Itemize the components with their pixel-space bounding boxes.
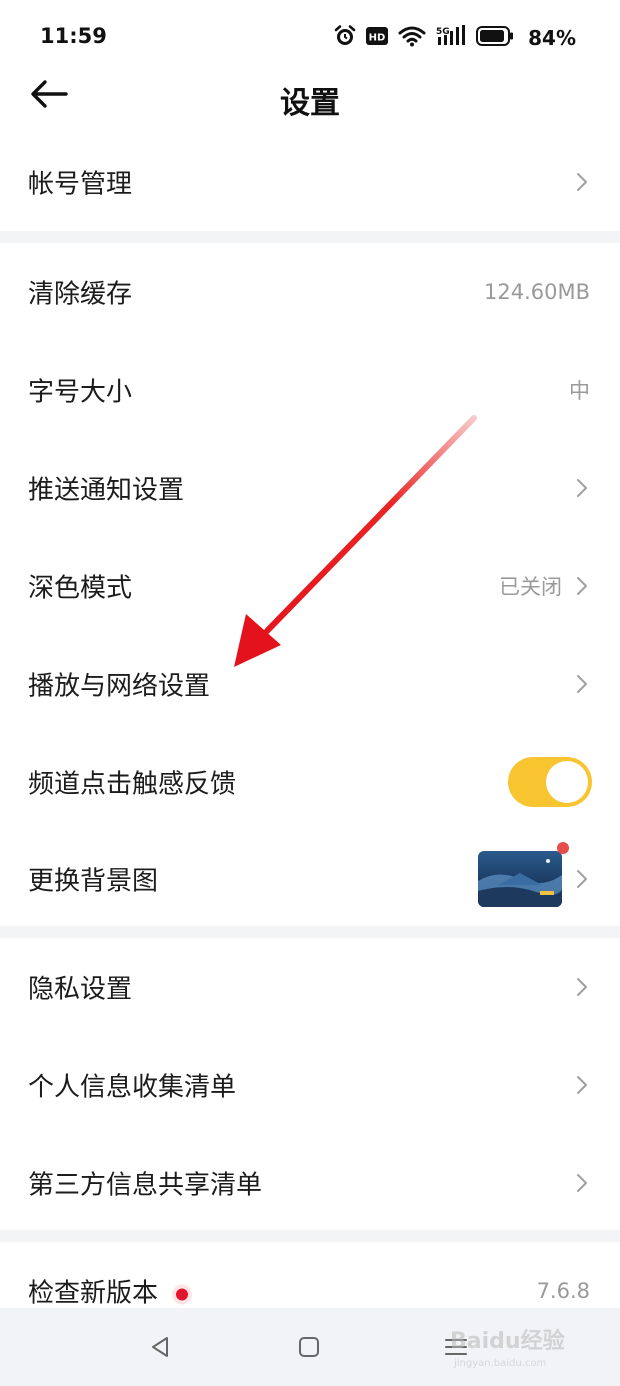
- chevron-right-icon: [577, 1076, 587, 1094]
- chevron-right-icon: [577, 577, 587, 595]
- battery-percentage: 84%: [528, 26, 576, 50]
- setting-label: 字号大小: [28, 377, 133, 408]
- nav-back-button[interactable]: [140, 1332, 180, 1362]
- battery-icon: [476, 26, 514, 50]
- status-icons: HD 5G 84%: [334, 24, 576, 52]
- setting-push-notifications[interactable]: 推送通知设置: [0, 439, 620, 537]
- hd-icon: HD: [366, 27, 389, 49]
- haptic-toggle[interactable]: [508, 757, 592, 807]
- setting-label: 播放与网络设置: [28, 671, 211, 702]
- background-thumbnail: [478, 842, 569, 907]
- home-square-icon: [299, 1337, 319, 1357]
- chevron-right-icon: [577, 479, 587, 497]
- status-time: 11:59: [40, 24, 107, 48]
- chevron-right-icon: [577, 1174, 587, 1192]
- setting-playback-network[interactable]: 播放与网络设置: [0, 635, 620, 733]
- setting-label: 隐私设置: [28, 974, 133, 1005]
- settings-screen: 11:59 HD 5G 84% 设置 帐号管理 清除缓存 124.60MB 字号…: [0, 0, 620, 1386]
- setting-account[interactable]: 帐号管理: [0, 133, 620, 231]
- setting-label: 更换背景图: [28, 866, 159, 897]
- title-bar: 设置: [0, 74, 620, 126]
- section-divider: [0, 926, 620, 938]
- section-divider: [0, 1230, 620, 1242]
- update-badge-dot: [176, 1288, 189, 1300]
- font-size-value: 中: [569, 379, 590, 403]
- watermark: Baidu经验 jingyan.baidu.com: [440, 1318, 590, 1374]
- svg-text:HD: HD: [369, 33, 386, 44]
- toggle-knob: [546, 761, 588, 803]
- cache-size-value: 124.60MB: [483, 280, 590, 304]
- chevron-right-icon: [577, 675, 587, 693]
- setting-haptic-feedback: 频道点击触感反馈: [0, 733, 620, 831]
- watermark-subtext: jingyan.baidu.com: [453, 1358, 546, 1369]
- page-title: 设置: [280, 86, 340, 121]
- setting-label: 频道点击触感反馈: [28, 769, 237, 800]
- setting-third-party-sharing[interactable]: 第三方信息共享清单: [0, 1134, 620, 1232]
- setting-label: 帐号管理: [28, 169, 133, 200]
- version-value: 7.6.8: [536, 1279, 590, 1303]
- nav-home-button[interactable]: [289, 1332, 329, 1362]
- setting-label: 个人信息收集清单: [28, 1072, 237, 1103]
- back-triangle-icon: [152, 1337, 168, 1357]
- chevron-right-icon: [577, 870, 587, 888]
- svg-text:5G: 5G: [436, 27, 450, 37]
- chevron-right-icon: [577, 173, 587, 191]
- setting-personal-info-list[interactable]: 个人信息收集清单: [0, 1036, 620, 1134]
- dark-mode-value: 已关闭: [499, 575, 562, 599]
- watermark-text: Baidu经验: [450, 1328, 565, 1354]
- chevron-right-icon: [577, 978, 587, 996]
- setting-label: 第三方信息共享清单: [28, 1170, 263, 1201]
- section-divider: [0, 231, 620, 243]
- alarm-icon: [334, 25, 356, 51]
- new-badge-dot: [557, 842, 569, 854]
- setting-label: 推送通知设置: [28, 475, 185, 506]
- status-bar: 11:59 HD 5G 84%: [0, 0, 620, 74]
- setting-dark-mode[interactable]: 深色模式 已关闭: [0, 537, 620, 635]
- setting-privacy[interactable]: 隐私设置: [0, 938, 620, 1036]
- wifi-icon: [398, 25, 426, 51]
- setting-background-image[interactable]: 更换背景图: [0, 830, 620, 928]
- setting-label: 清除缓存: [28, 279, 133, 310]
- setting-label: 深色模式: [28, 573, 133, 604]
- setting-label: 检查新版本: [28, 1278, 159, 1309]
- 5g-signal-icon: 5G: [436, 25, 466, 51]
- setting-clear-cache[interactable]: 清除缓存 124.60MB: [0, 243, 620, 341]
- setting-font-size[interactable]: 字号大小 中: [0, 341, 620, 439]
